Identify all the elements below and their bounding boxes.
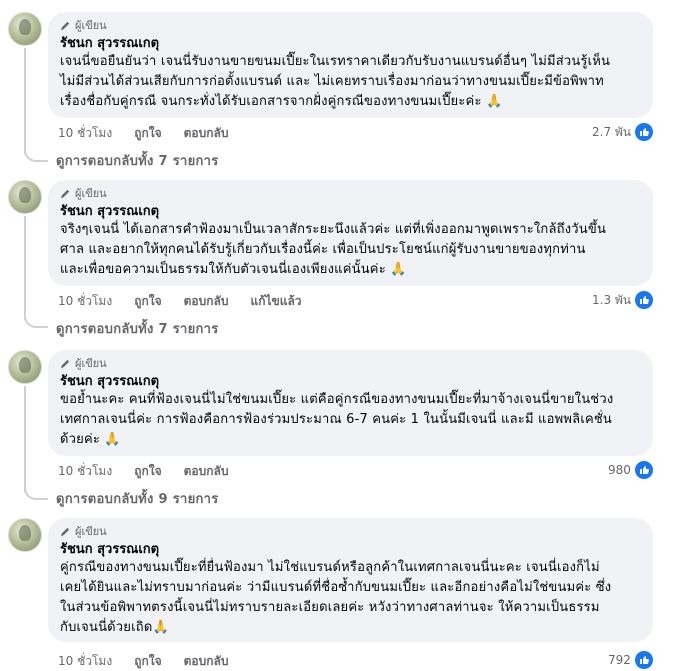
reply-button[interactable]: ตอบกลับ (184, 124, 229, 143)
reply-thread-line (24, 216, 26, 320)
author-badge-label: ผู้เขียน (75, 187, 107, 200)
view-replies-link[interactable]: ดูการตอบกลับทั้ง 9 รายการ (56, 488, 219, 509)
avatar[interactable] (8, 350, 42, 384)
comment-bubble: ผู้เขียน รัชนก สุวรรณเกตุ จริงๆเจนนี่ ได… (48, 180, 653, 286)
timestamp[interactable]: 10 ชั่วโมง (58, 292, 112, 311)
comment-line: ในส่วนข้อพิพาทตรงนี้เจนนี่ไม่ทราบรายละเอ… (60, 600, 600, 615)
reply-thread-line (24, 48, 26, 154)
like-button[interactable]: ถูกใจ (134, 124, 161, 143)
reaction-summary[interactable]: 980 (608, 460, 654, 480)
author-badge: ผู้เขียน (60, 186, 641, 200)
comment-text: คู่กรณีของทางขนมเปี๊ยะที่ยื่นฟ้องมา ไม่ใ… (60, 558, 641, 638)
avatar[interactable] (8, 518, 42, 552)
avatar[interactable] (8, 12, 42, 46)
comment-line: เรื่องชื่อกับคู่กรณี จนกระทั่งได้รับเอกส… (60, 94, 503, 109)
author-badge-label: ผู้เขียน (75, 19, 107, 32)
reply-button[interactable]: ตอบกลับ (184, 652, 229, 671)
comment-line: เคยได้ยินและไม่ทราบมาก่อนค่ะ ว่ามีแบรนด์… (60, 580, 612, 595)
like-button[interactable]: ถูกใจ (134, 292, 161, 311)
comment-line: ขอย้ำนะคะ คนที่ฟ้องเจนนี่ไม่ใช่ขนมเปี๊ยะ… (60, 392, 614, 407)
like-reaction-icon (633, 650, 654, 670)
author-name[interactable]: รัชนก สุวรรณเกตุ (60, 541, 641, 558)
author-badge-label: ผู้เขียน (75, 525, 107, 538)
comment-line: ศาล และอยากให้ทุกคนได้รับรู้เกี่ยวกับเรื… (60, 242, 586, 257)
pencil-icon (60, 527, 70, 536)
like-reaction-icon (634, 290, 655, 310)
comment-text: จริงๆเจนนี่ ได้เอกสารคำฟ้องมาเป็นเวลาสัก… (60, 220, 641, 280)
reaction-count: 980 (608, 463, 631, 477)
comment-actions: 10 ชั่วโมง ถูกใจ ตอบกลับ (58, 652, 250, 671)
author-badge: ผู้เขียน (60, 356, 641, 370)
reply-thread-curve (24, 146, 48, 162)
reaction-summary[interactable]: 1.3 พัน (592, 290, 655, 310)
author-name[interactable]: รัชนก สุวรรณเกตุ (60, 203, 641, 220)
comment-line: เทศกาลเจนนี่ค่ะ การฟ้องคือการฟ้องร่วมประ… (60, 412, 612, 427)
comment-actions: 10 ชั่วโมง ถูกใจ ตอบกลับ (58, 462, 250, 481)
author-name[interactable]: รัชนก สุวรรณเกตุ (60, 35, 641, 52)
like-button[interactable]: ถูกใจ (134, 462, 161, 481)
comment-bubble: ผู้เขียน รัชนก สุวรรณเกตุ ขอย้ำนะคะ คนที… (48, 350, 653, 456)
like-button[interactable]: ถูกใจ (134, 652, 161, 671)
edited-label[interactable]: แก้ไขแล้ว (250, 292, 301, 311)
reaction-count: 1.3 พัน (592, 292, 632, 307)
comment-bubble: ผู้เขียน รัชนก สุวรรณเกตุ คู่กรณีของทางข… (48, 518, 653, 642)
reply-thread-curve (24, 484, 48, 500)
reply-button[interactable]: ตอบกลับ (184, 292, 229, 311)
timestamp[interactable]: 10 ชั่วโมง (58, 124, 112, 143)
like-reaction-icon (633, 460, 654, 480)
comment-bubble: ผู้เขียน รัชนก สุวรรณเกตุ เจนนี่ขอยืนยัน… (48, 12, 653, 118)
comment-line: กับเจนนี่ด้วยเถิด🙏 (60, 620, 169, 635)
timestamp[interactable]: 10 ชั่วโมง (58, 462, 112, 481)
author-name[interactable]: รัชนก สุวรรณเกตุ (60, 373, 641, 390)
view-replies-link[interactable]: ดูการตอบกลับทั้ง 7 รายการ (56, 318, 219, 339)
reaction-summary[interactable]: 2.7 พัน (592, 122, 655, 142)
reaction-summary[interactable]: 792 (608, 650, 654, 670)
comment-text: เจนนี่ขอยืนยันว่า เจนนี่รับงานขายขนมเปี๊… (60, 52, 641, 112)
comment-line: และเพื่อขอความเป็นธรรมให้กับตัวเจนนี่เอง… (60, 262, 407, 277)
comment-line: คู่กรณีของทางขนมเปี๊ยะที่ยื่นฟ้องมา ไม่ใ… (60, 560, 600, 575)
timestamp[interactable]: 10 ชั่วโมง (58, 652, 112, 671)
reply-thread-curve (24, 312, 48, 328)
comment-line: ด้วยค่ะ 🙏 (60, 432, 121, 447)
comment-actions: 10 ชั่วโมง ถูกใจ ตอบกลับ แก้ไขแล้ว (58, 292, 324, 311)
pencil-icon (60, 21, 70, 30)
pencil-icon (60, 189, 70, 198)
like-reaction-icon (634, 122, 655, 142)
comment-line: จริงๆเจนนี่ ได้เอกสารคำฟ้องมาเป็นเวลาสัก… (60, 222, 607, 237)
comment-line: เจนนี่ขอยืนยันว่า เจนนี่รับงานขายขนมเปี๊… (60, 54, 611, 69)
view-replies-link[interactable]: ดูการตอบกลับทั้ง 7 รายการ (56, 150, 219, 171)
comment-text: ขอย้ำนะคะ คนที่ฟ้องเจนนี่ไม่ใช่ขนมเปี๊ยะ… (60, 390, 641, 450)
comment-line: ไม่มีส่วนได้ส่วนเสียกับการก่อตั้งแบรนด์ … (60, 74, 604, 89)
reaction-count: 792 (608, 653, 631, 667)
avatar[interactable] (8, 180, 42, 214)
author-badge-label: ผู้เขียน (75, 357, 107, 370)
reply-thread-line (24, 386, 26, 492)
comment-actions: 10 ชั่วโมง ถูกใจ ตอบกลับ (58, 124, 250, 143)
reaction-count: 2.7 พัน (592, 124, 632, 139)
reply-button[interactable]: ตอบกลับ (184, 462, 229, 481)
author-badge: ผู้เขียน (60, 524, 641, 538)
pencil-icon (60, 359, 70, 368)
author-badge: ผู้เขียน (60, 18, 641, 32)
